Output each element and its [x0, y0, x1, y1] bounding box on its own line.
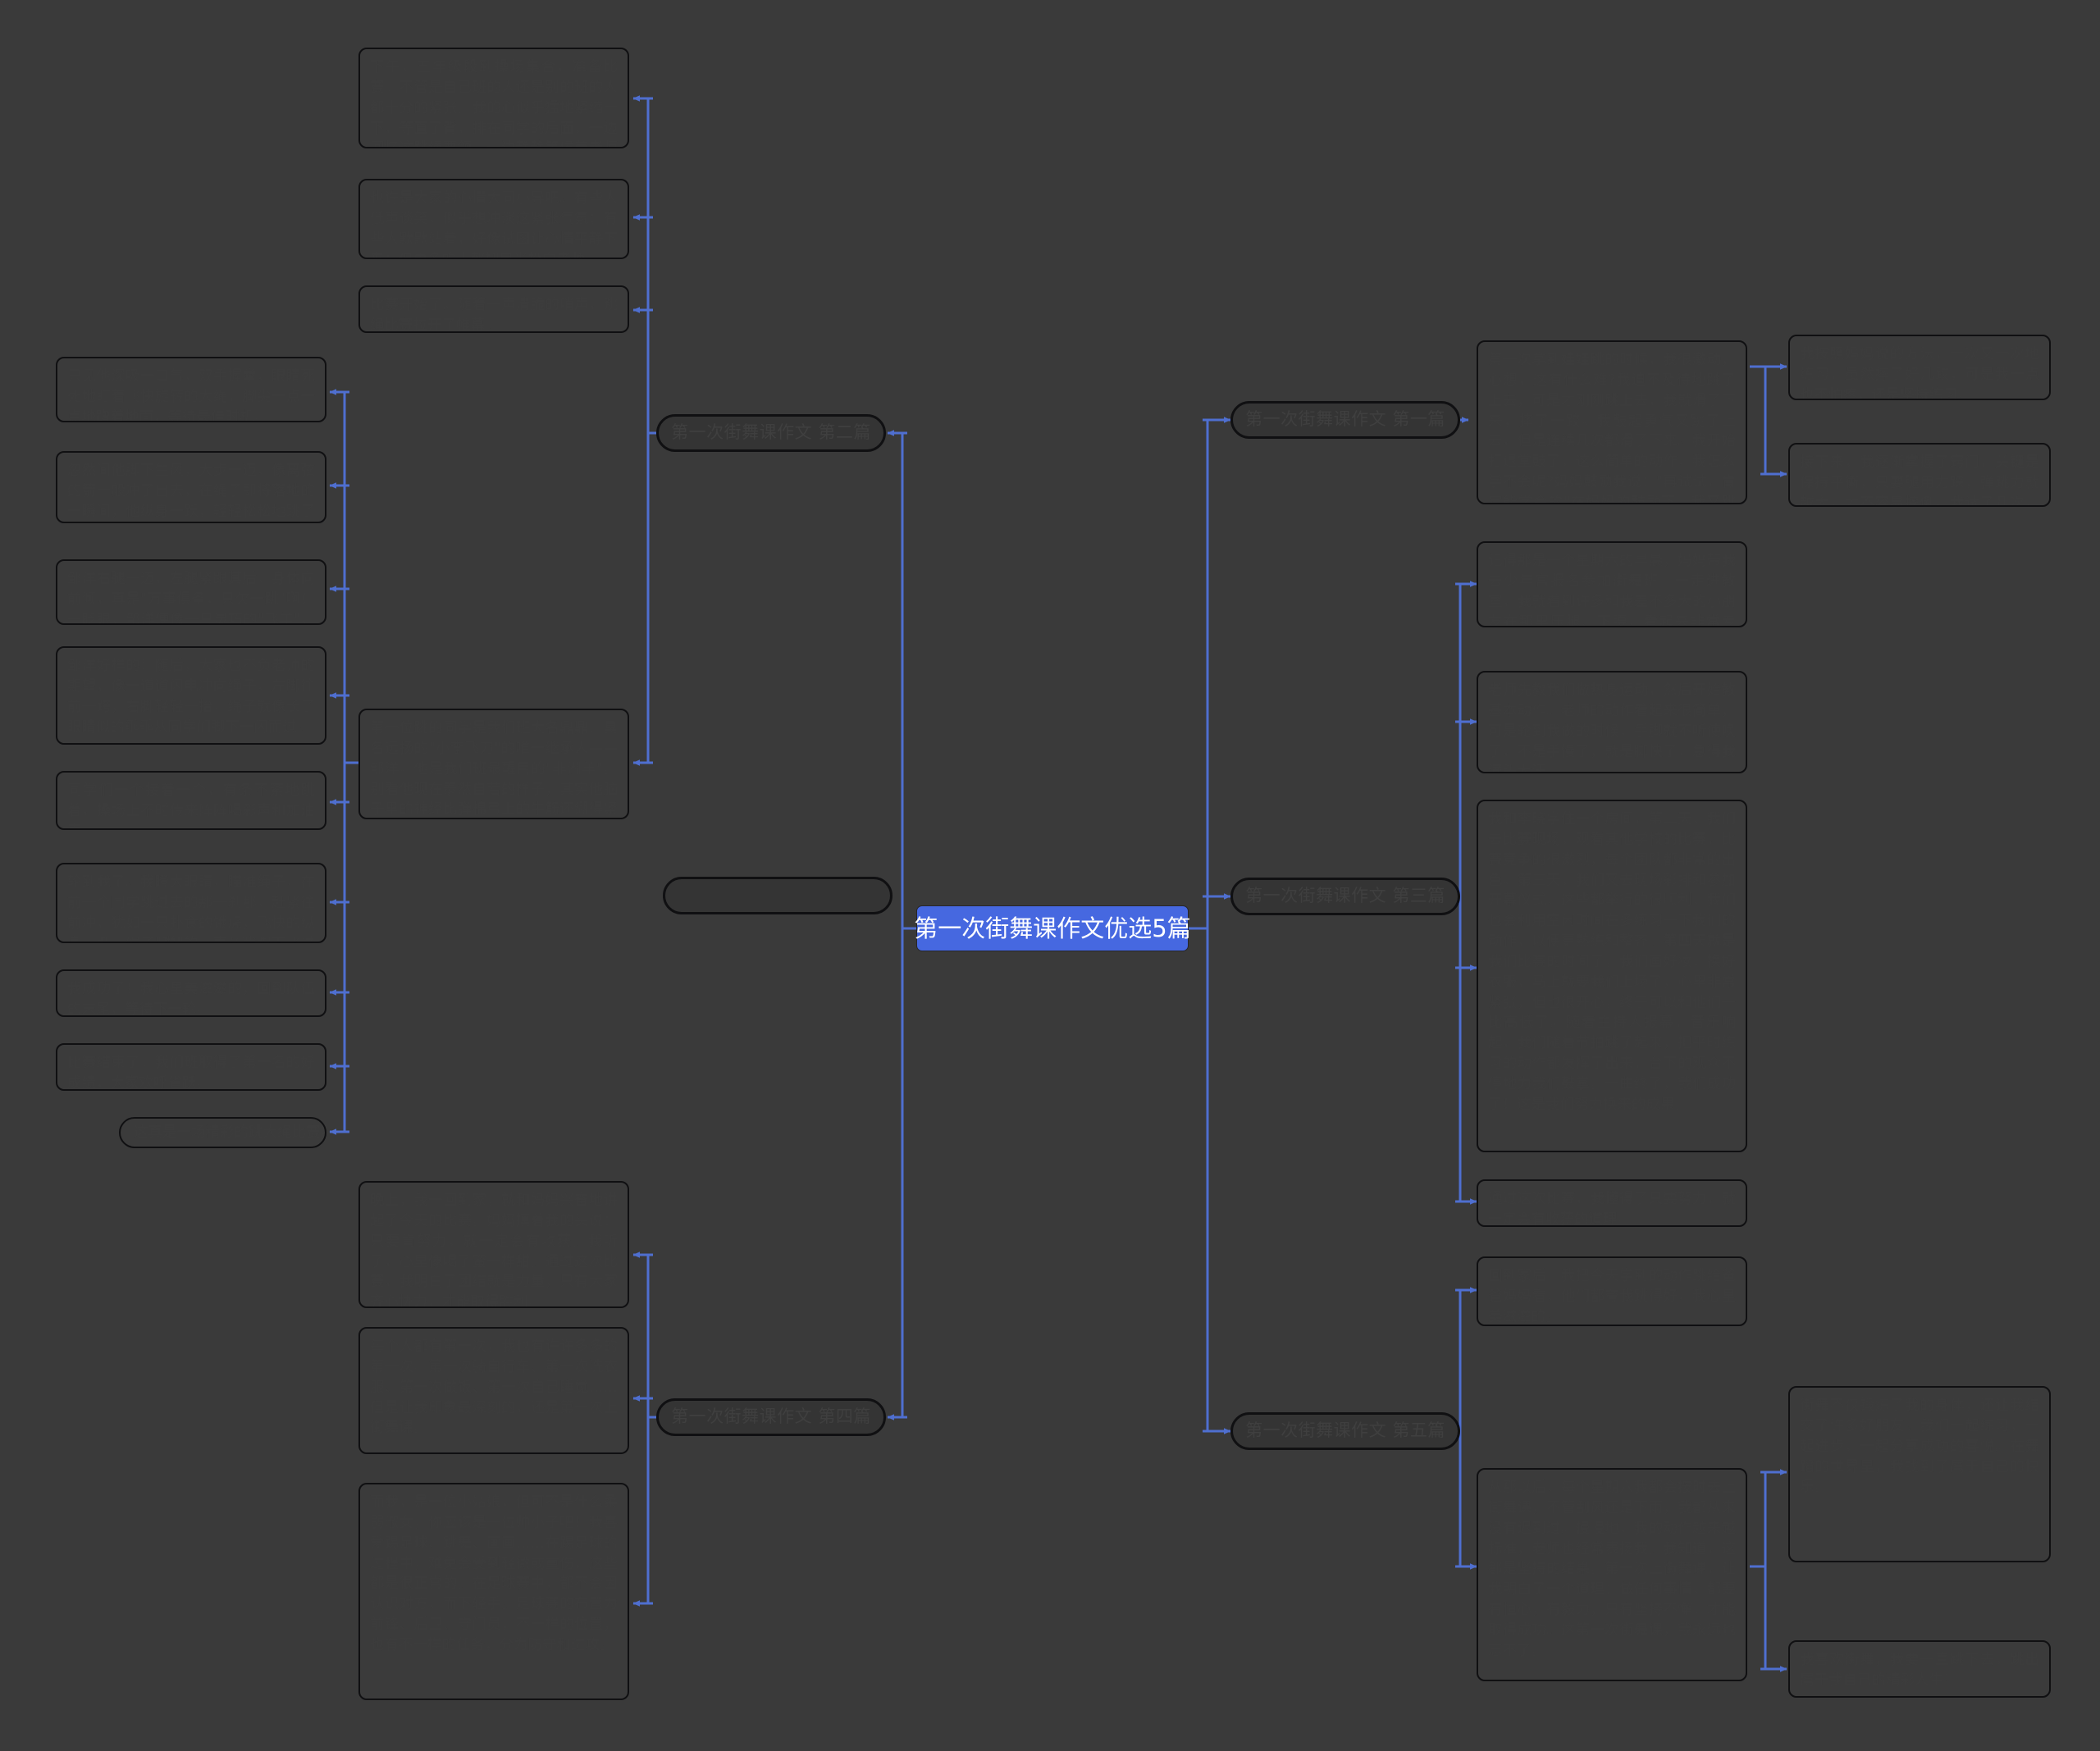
leaf-card[interactable]: 下午，五年级段到操场集合，准备比赛。不管是自己班的人还是别的班的人都十分的紧张。… [358, 48, 629, 148]
leaf-card[interactable]: 回到家后，我把今天学到的动作跳给爸爸妈妈看，他们都夸我跳得好，我心里美滋滋的。 [1477, 1256, 1747, 1326]
leaf-card[interactable]: 同学们一个接着一个，有条不紊地跳着，操场上不时传来阵阵喝彩声和加油声。 [56, 771, 326, 830]
leaf-card[interactable]: 第一位跳的同学是我们班大名鼎鼎、臭名远扬的"小李飞刀"的唯一继承人——邹洋。他是… [358, 709, 629, 819]
leaf-card[interactable]: 我和李晓学住一个房间，第二天，我们去比赛现场，观看其他学校的比赛，比赛竞争的很激… [1477, 800, 1747, 1152]
branch-node-3[interactable]: 第一次街舞课作文 第三篇 [1230, 878, 1460, 915]
leaf-text: 记得那是一个星期六的早晨，妈妈带我去少年宫报名参加街舞班。一走进教室，我就看到许… [1488, 553, 1736, 627]
leaf-card[interactable]: 街舞不仅锻炼了我的身体，还让我结交了许多好朋友。我们一起练习，一起进步，一起分享… [1788, 1386, 2051, 1562]
leaf-text: 只见他深吸一口气，双手握拳，眼睛死死地盯着飞快旋转的大绳，脚尖一点一点地蹭着地面… [67, 368, 315, 422]
leaf-text: 我喜欢街舞，我要一直跳下去，跳出属于我自己的精彩人生！ [1800, 1652, 2039, 1689]
leaf-text: 邹洋右腿一迈，左腿紧跟其后，身体向前倾，真是"万事俱备，只欠一跳"啊！一眨眼，邹… [67, 571, 315, 625]
leaf-card[interactable]: 只见他深吸一口气，双手握拳，眼睛死死地盯着飞快旋转的大绳，脚尖一点一点地蹭着地面… [56, 357, 326, 422]
leaf-text: 同学们一个接着一个，有条不紊地跳着，操场上不时传来阵阵喝彩声和加油声。 [67, 782, 315, 828]
leaf-card[interactable]: 这真是一场精彩的跳大绳比赛啊！ [119, 1117, 326, 1148]
leaf-card[interactable]: 第一次拿到娃娃跳的时候，我很激动，心想，这有什么难?我迫不及待地跳了上去，可是才… [1477, 340, 1747, 504]
branch-node-1[interactable]: 第一次街舞课作文 第一篇 [1230, 401, 1460, 439]
leaf-card[interactable]: 而我，是一位小姑娘，但可不是什么柔弱淑女，你应该是一位帅小子吧！我喜爱踢足球、跳… [358, 1483, 629, 1700]
leaf-card[interactable]: 比赛开始了。随着一声清脆的哨声，跳绳比赛拉开了帷幕。 [358, 285, 629, 333]
leaf-card[interactable]: 从那以后，每个星期六我都会按时去上街舞课，不管刮风还是下雨，我都从来没有迟到过。… [1477, 1468, 1747, 1681]
leaf-text: 我和李晓学住一个房间，第二天，我们去比赛现场，观看其他学校的比赛，比赛竞争的很激… [1488, 811, 1736, 1113]
leaf-card[interactable]: 我成功了！我心里美滋滋的，回到队伍的末尾，等待下一轮。 [56, 969, 326, 1017]
leaf-card[interactable]: 通过这次比赛，我懂得了只要努力，就一定会有收获的道理。 [1477, 1179, 1747, 1227]
leaf-text: 第一次拿到娃娃跳的时候，我很激动，心想，这有什么难?我迫不及待地跳了上去，可是才… [1488, 352, 1736, 504]
root-title: 第一次街舞课作文优选5篇 [914, 914, 1191, 942]
leaf-card[interactable]: 轮到我了。我瞪大眼睛，瞄准绳子，在前一个同学跳过去的那一刹那，赶紧往前冲，犹如一… [56, 863, 326, 943]
leaf-text: 晚上，我一回到家，就和妈妈兴奋地讲起了今天的比赛。妈妈摸着我的头说：只要肯努力，… [370, 1192, 618, 1308]
leaf-text: 下午，五年级段到操场集合，准备比赛。不管是自己班的人还是别的班的人都十分的紧张。… [370, 59, 618, 147]
leaf-card[interactable]: 比赛结束了，我们班取得了第一名的好成绩，大家欢呼雀跃。 [56, 1043, 326, 1091]
leaf-card[interactable]: 邹洋右腿一迈，左腿紧跟其后，身体向前倾，真是"万事俱备，只欠一跳"啊！一眨眼，邹… [56, 559, 326, 625]
leaf-card[interactable]: 邹洋好样的！随后，大家也不负老师的期望，像一道道闪电冲向绳子，左脚往前一跨，右脚… [56, 646, 326, 745]
root-node[interactable]: 第一次街舞课作文优选5篇 [914, 906, 1191, 951]
leaf-text: 第一位跳的同学是我们班大名鼎鼎、臭名远扬的"小李飞刀"的唯一继承人——邹洋。他是… [370, 720, 618, 819]
leaf-card[interactable]: 忽然间他脚下生风，大步一迈，像离弦的箭一般冲了出去，在绳子即将落地的一瞬间，他纵… [56, 451, 326, 523]
leaf-text: 每个人都有第一次，我也有许许多多的第一次。第一次骑自行车、第一次洗衣服、第一次做… [370, 1338, 618, 1437]
leaf-text: 这真是一场精彩的跳大绳比赛啊！ [134, 1124, 325, 1141]
mindmap-canvas: 第一次街舞课作文优选5篇 第一次街舞课作文 第一篇 第一次街舞课作文 第三篇 第… [0, 0, 2100, 1751]
leaf-card[interactable]: 接下来，我逐渐掌握了窍门，关键是保持平衡，只要腿用力踩，弹跳力就越大，才不容易摔… [1788, 443, 2051, 507]
branch-label-1: 第一次街舞课作文 第一篇 [1245, 409, 1445, 430]
leaf-card[interactable]: 每个人都有第一次，我也有许许多多的第一次。第一次骑自行车、第一次洗衣服、第一次做… [358, 1327, 629, 1454]
leaf-text: 街舞不仅锻炼了我的身体，还让我结交了许多好朋友。我们一起练习，一起进步，一起分享… [1800, 1398, 2039, 1496]
leaf-text: 也许是大家的心情大同小异吧。有些人低声谈笑，似乎想冲淡这紧张气氛；有些人默默站着… [370, 190, 618, 258]
branch-node-4[interactable]: 第一次街舞课作文 第四篇 [656, 1398, 886, 1436]
leaf-text: 接下来，我逐渐掌握了窍门，关键是保持平衡，只要腿用力踩，弹跳力就越大，才不容易摔… [1800, 454, 2039, 507]
leaf-card[interactable]: 记得那是一个星期六的早晨，妈妈带我去少年宫报名参加街舞班。一走进教室，我就看到许… [1477, 541, 1747, 627]
branch-node-5[interactable]: 第一次街舞课作文 第五篇 [1230, 1412, 1460, 1450]
branch-node-3-anchor [663, 877, 892, 914]
leaf-text: 从那以后，每个星期六我都会按时去上街舞课，不管刮风还是下雨，我都从来没有迟到过。… [1488, 1480, 1736, 1659]
leaf-text: 比赛开始了。随着一声清脆的哨声，跳绳比赛拉开了帷幕。 [370, 297, 618, 333]
leaf-text: 而我，是一位小姑娘，但可不是什么柔弱淑女，你应该是一位帅小子吧！我喜爱踢足球、跳… [370, 1494, 618, 1653]
branch-node-2[interactable]: 第一次街舞课作文 第二篇 [656, 414, 886, 452]
leaf-card[interactable]: 也许是大家的心情大同小异吧。有些人低声谈笑，似乎想冲淡这紧张气氛；有些人默默站着… [358, 179, 629, 259]
leaf-card[interactable]: 我喜欢街舞，我要一直跳下去，跳出属于我自己的精彩人生！ [1788, 1640, 2051, 1698]
leaf-card[interactable]: 我按照妈妈说的方法，一次又一次地练习，虽然摔了好几跤，可是我一点也不怕疼，还是坚… [1788, 335, 2051, 400]
leaf-card[interactable]: 老师先教我们做热身运动，然后开始教基本动作。老师的动作看起来很简单，可是轮到我做… [1477, 671, 1747, 773]
branch-label-4: 第一次街舞课作文 第四篇 [671, 1407, 871, 1427]
leaf-text: 邹洋好样的！随后，大家也不负老师的期望，像一道道闪电冲向绳子，左脚往前一跨，右脚… [67, 658, 315, 736]
leaf-text: 通过这次比赛，我懂得了只要努力，就一定会有收获的道理。 [1488, 1191, 1736, 1227]
leaf-text: 轮到我了。我瞪大眼睛，瞄准绳子，在前一个同学跳过去的那一刹那，赶紧往前冲，犹如一… [67, 874, 315, 942]
leaf-text: 我按照妈妈说的方法，一次又一次地练习，虽然摔了好几跤，可是我一点也不怕疼，还是坚… [1800, 346, 2039, 400]
leaf-text: 比赛结束了，我们班取得了第一名的好成绩，大家欢呼雀跃。 [67, 1055, 315, 1091]
branch-label-3: 第一次街舞课作文 第三篇 [1245, 886, 1445, 906]
leaf-text: 忽然间他脚下生风，大步一迈，像离弦的箭一般冲了出去，在绳子即将落地的一瞬间，他纵… [67, 463, 315, 520]
leaf-text: 回到家后，我把今天学到的动作跳给爸爸妈妈看，他们都夸我跳得好，我心里美滋滋的。 [1488, 1268, 1736, 1325]
leaf-text: 我成功了！我心里美滋滋的，回到队伍的末尾，等待下一轮。 [67, 981, 315, 1017]
branch-label-5: 第一次街舞课作文 第五篇 [1245, 1420, 1445, 1441]
branch-label-2: 第一次街舞课作文 第二篇 [671, 422, 871, 443]
leaf-card[interactable]: 晚上，我一回到家，就和妈妈兴奋地讲起了今天的比赛。妈妈摸着我的头说：只要肯努力，… [358, 1181, 629, 1308]
leaf-text: 老师先教我们做热身运动，然后开始教基本动作。老师的动作看起来很简单，可是轮到我做… [1488, 682, 1736, 773]
